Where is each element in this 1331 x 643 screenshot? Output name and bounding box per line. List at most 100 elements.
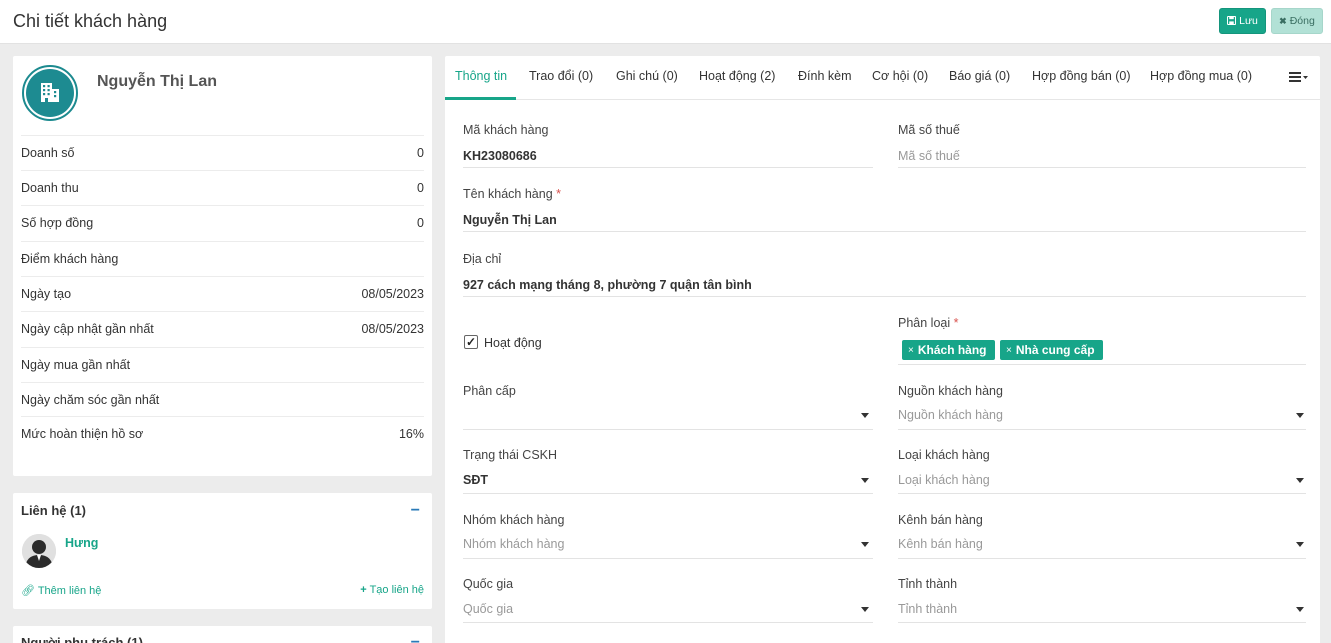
top-bar: Chi tiết khách hàng Lưu ✖ Đóng [0, 0, 1331, 44]
chevron-down-icon[interactable] [861, 478, 869, 483]
country-select[interactable]: Quốc gia [463, 602, 513, 616]
stat-row-last-updated: Ngày cập nhật gần nhất 08/05/2023 [21, 311, 424, 346]
tab-sales-contracts[interactable]: Hợp đồng bán (0) [1032, 69, 1131, 83]
tab-info[interactable]: Thông tin [455, 69, 507, 83]
floppy-disk-icon [1227, 15, 1237, 27]
active-checkbox-label: Hoạt động [484, 336, 542, 350]
tax-code-field[interactable]: Mã số thuế [898, 149, 960, 163]
stat-label: Điểm khách hàng [21, 252, 119, 266]
tab-quotes[interactable]: Báo giá (0) [949, 69, 1010, 83]
stat-row-created-date: Ngày tạo 08/05/2023 [21, 276, 424, 311]
address-label: Địa chỉ [463, 252, 502, 266]
close-icon: ✖ [1279, 15, 1287, 26]
field-underline [463, 558, 873, 559]
tab-purchase-contracts[interactable]: Hợp đồng mua (0) [1150, 69, 1252, 83]
add-contact-link[interactable]: 🔗︎ Thêm liên hệ [21, 584, 101, 597]
care-status-label: Trạng thái CSKH [463, 448, 558, 462]
chevron-down-icon[interactable] [861, 542, 869, 547]
customer-summary-card: Nguyễn Thị Lan Doanh số 0 Doanh thu 0 Số… [13, 56, 432, 476]
chevron-down-icon[interactable] [1296, 413, 1304, 418]
stat-label: Ngày tạo [21, 287, 72, 301]
source-label: Nguồn khách hàng [898, 384, 1003, 398]
field-underline [463, 296, 1306, 297]
sales-channel-label: Kênh bán hàng [898, 513, 983, 527]
stat-label: Ngày mua gần nhất [21, 358, 131, 372]
customer-type-label: Loại khách hàng [898, 448, 990, 462]
chevron-down-icon[interactable] [1296, 542, 1304, 547]
field-underline [898, 429, 1306, 430]
contact-avatar [22, 534, 56, 568]
active-checkbox[interactable]: ✓ [464, 335, 478, 349]
stat-value: 08/05/2023 [361, 322, 424, 336]
province-label: Tỉnh thành [898, 577, 958, 591]
care-status-select[interactable]: SĐT [463, 473, 488, 487]
address-field[interactable]: 927 cách mạng tháng 8, phường 7 quận tân… [463, 278, 752, 292]
tab-attachments[interactable]: Đính kèm [798, 69, 852, 83]
field-underline [898, 167, 1306, 168]
tab-bar: Thông tin Trao đổi (0) Ghi chú (0) Hoạt … [445, 56, 1320, 100]
create-contact-label: Tạo liên hệ [369, 584, 424, 596]
classification-tag-customer[interactable]: × Khách hàng [902, 340, 995, 360]
stat-row-profile-completion: Mức hoàn thiện hồ sơ 16% [21, 416, 424, 451]
close-button-label: Đóng [1289, 15, 1315, 27]
owner-card-header: Người phụ trách (1) − [21, 634, 424, 643]
field-underline [463, 231, 1306, 232]
stat-label: Doanh số [21, 146, 75, 160]
stat-label: Doanh thu [21, 181, 79, 195]
save-button[interactable]: Lưu [1219, 8, 1266, 34]
create-contact-link[interactable]: + Tạo liên hệ [360, 584, 424, 597]
contacts-card-header: Liên hệ (1) − [21, 502, 424, 518]
stat-label: Ngày chăm sóc gần nhất [21, 393, 160, 407]
remove-tag-icon[interactable]: × [1006, 345, 1012, 356]
tax-code-label: Mã số thuế [898, 123, 960, 137]
contacts-title: Liên hệ (1) [21, 503, 87, 518]
customer-name-label: Tên khách hàng * [463, 187, 562, 201]
tier-label: Phân cấp [463, 384, 516, 398]
close-button[interactable]: ✖ Đóng [1271, 8, 1323, 34]
person-silhouette-icon [22, 534, 56, 568]
field-underline [463, 167, 873, 168]
stat-value: 08/05/2023 [361, 287, 424, 301]
classification-tag-supplier[interactable]: × Nhà cung cấp [1000, 340, 1103, 360]
customer-avatar [22, 65, 78, 121]
customer-name-field[interactable]: Nguyễn Thị Lan [463, 213, 557, 227]
collapse-minus-icon[interactable]: − [411, 502, 420, 518]
contacts-card: Liên hệ (1) − Hưng 🔗︎ Thêm liên hệ + Tạo… [13, 493, 432, 609]
country-label: Quốc gia [463, 577, 514, 591]
stat-row-contract-count: Số hợp đồng 0 [21, 205, 424, 240]
chevron-down-icon[interactable] [861, 607, 869, 612]
customer-group-label: Nhóm khách hàng [463, 513, 565, 527]
stat-label: Mức hoàn thiện hồ sơ [21, 427, 144, 441]
stat-value: 0 [417, 181, 424, 195]
chevron-down-icon[interactable] [1296, 607, 1304, 612]
remove-tag-icon[interactable]: × [908, 345, 914, 356]
tab-notes[interactable]: Ghi chú (0) [616, 69, 678, 83]
collapse-minus-icon[interactable]: − [411, 634, 420, 643]
plus-icon: + [360, 584, 367, 596]
customer-detail-panel: Thông tin Trao đổi (0) Ghi chú (0) Hoạt … [445, 56, 1320, 643]
sales-channel-select[interactable]: Kênh bán hàng [898, 537, 983, 551]
field-underline [898, 622, 1306, 623]
stat-row-last-purchase: Ngày mua gần nhất [21, 347, 424, 382]
customer-group-select[interactable]: Nhóm khách hàng [463, 537, 564, 551]
province-select[interactable]: Tỉnh thành [898, 602, 957, 616]
field-underline [898, 493, 1306, 494]
customer-code-field[interactable]: KH23080686 [463, 149, 537, 163]
add-contact-label: Thêm liên hệ [37, 585, 102, 597]
contacts-card-footer: 🔗︎ Thêm liên hệ + Tạo liên hệ [21, 584, 424, 597]
hamburger-menu-icon[interactable] [1289, 68, 1309, 84]
page-title: Chi tiết khách hàng [13, 11, 168, 31]
stat-row-revenue: Doanh thu 0 [21, 170, 424, 205]
field-underline [463, 493, 873, 494]
source-select[interactable]: Nguồn khách hàng [898, 408, 1003, 422]
tab-opportunities[interactable]: Cơ hội (0) [872, 69, 928, 83]
customer-type-select[interactable]: Loại khách hàng [898, 473, 990, 487]
tab-exchanges[interactable]: Trao đổi (0) [529, 69, 593, 83]
tab-activities[interactable]: Hoạt động (2) [699, 69, 775, 83]
chevron-down-icon[interactable] [1296, 478, 1304, 483]
stat-row-revenue-sales: Doanh số 0 [21, 135, 424, 170]
stat-row-customer-points: Điểm khách hàng [21, 241, 424, 276]
contact-name-link[interactable]: Hưng [65, 536, 98, 550]
owner-title: Người phụ trách (1) [21, 635, 143, 643]
chevron-down-icon[interactable] [861, 413, 869, 418]
